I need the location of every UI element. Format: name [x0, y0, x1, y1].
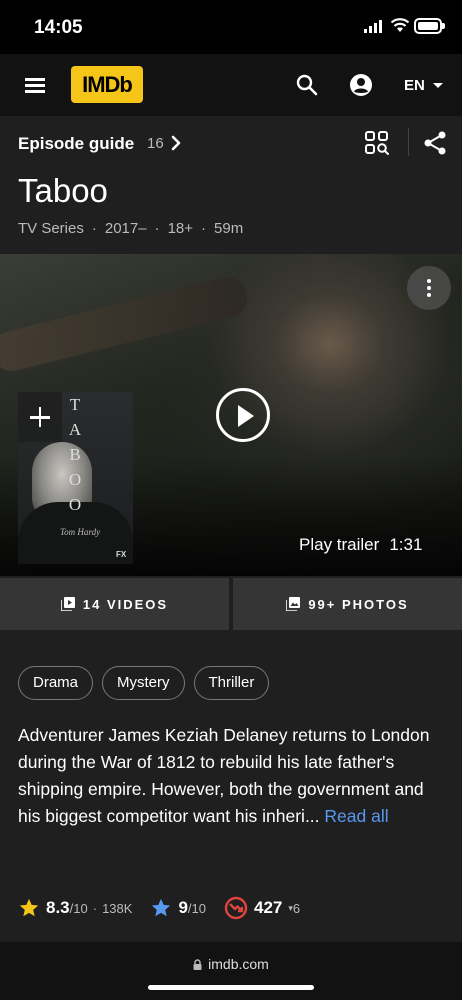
ratings-bar: 8.3 /10 · 138K 9 /10 427 ▾ 6: [18, 894, 300, 922]
more-options-icon[interactable]: [407, 266, 451, 310]
status-bar: 14:05: [0, 0, 462, 54]
language-label: EN: [404, 76, 425, 94]
photos-label: 99+ PHOTOS: [308, 596, 409, 612]
title-metadata: TV Series · 2017– · 18+ · 59m: [18, 220, 244, 237]
menu-icon[interactable]: [22, 72, 48, 98]
meta-rating[interactable]: 18+: [168, 220, 193, 237]
top-navbar: IMDb EN: [0, 54, 462, 116]
episode-count: 16: [147, 135, 164, 152]
user-rating-value[interactable]: 9: [178, 898, 187, 918]
grid-view-icon[interactable]: [364, 130, 390, 156]
caret-down-icon: [432, 82, 443, 88]
photos-button[interactable]: 99+ PHOTOS: [233, 578, 462, 630]
trailer-text: Play trailer: [299, 535, 380, 554]
account-icon[interactable]: [348, 72, 374, 98]
meta-years[interactable]: 2017–: [105, 220, 147, 237]
poster-title-letters: T A B O O: [68, 395, 82, 514]
imdb-rating-scale: /10: [69, 900, 88, 916]
genre-chips: Drama Mystery Thriller: [18, 666, 270, 700]
episode-guide-row[interactable]: Episode guide 16: [0, 116, 462, 172]
videos-label: 14 VIDEOS: [82, 596, 169, 612]
add-to-watchlist-button[interactable]: [18, 392, 62, 442]
lock-icon: [193, 958, 202, 970]
header-divider: [408, 128, 409, 156]
video-library-icon: [60, 597, 75, 611]
popularity-change: 6: [292, 900, 301, 916]
clock: 14:05: [34, 17, 83, 38]
genre-chip-mystery[interactable]: Mystery: [102, 666, 185, 700]
genre-chip-thriller[interactable]: Thriller: [193, 666, 270, 700]
browser-url-bar[interactable]: imdb.com: [0, 942, 462, 1000]
language-selector[interactable]: EN: [404, 74, 443, 96]
trailer-label[interactable]: Play trailer 1:31: [299, 535, 422, 555]
poster-network-logo: FX: [116, 550, 127, 559]
meta-type: TV Series: [18, 220, 84, 237]
home-indicator[interactable]: [148, 985, 314, 990]
chevron-right-icon: [171, 135, 181, 151]
imdb-logo[interactable]: IMDb: [71, 66, 143, 103]
battery-icon: [414, 18, 445, 34]
wifi-icon: [390, 18, 410, 32]
share-icon[interactable]: [423, 130, 447, 156]
genre-chip-drama[interactable]: Drama: [18, 666, 94, 700]
play-icon: [238, 405, 254, 427]
page-title: Taboo: [18, 172, 108, 209]
cellular-signal-icon: [364, 20, 382, 33]
videos-button[interactable]: 14 VIDEOS: [0, 578, 229, 630]
trailer-duration: 1:31: [389, 535, 423, 554]
popularity-rank[interactable]: 427: [254, 898, 282, 918]
plot-summary: Adventurer James Keziah Delaney returns …: [18, 722, 438, 830]
photo-library-icon: [286, 597, 301, 611]
search-icon[interactable]: [294, 72, 320, 98]
imdb-rating-star-icon: [19, 898, 39, 917]
poster-signature: Tom Hardy: [60, 527, 101, 537]
read-all-link[interactable]: Read all: [324, 806, 388, 826]
imdb-rating-votes: 138K: [102, 900, 133, 916]
trailer-hero[interactable]: Play trailer 1:31 T A B O O Tom Hardy FX: [0, 254, 462, 576]
user-rating-star-icon[interactable]: [150, 897, 172, 919]
url-text: imdb.com: [208, 956, 269, 972]
play-trailer-button[interactable]: [216, 388, 270, 442]
meta-runtime: 59m: [214, 220, 244, 237]
url-display: imdb.com: [0, 956, 462, 972]
imdb-rating-value[interactable]: 8.3: [46, 898, 70, 918]
episode-guide-label: Episode guide: [18, 134, 135, 153]
user-rating-scale: /10: [187, 900, 206, 916]
popularity-meter-icon: [224, 896, 248, 920]
